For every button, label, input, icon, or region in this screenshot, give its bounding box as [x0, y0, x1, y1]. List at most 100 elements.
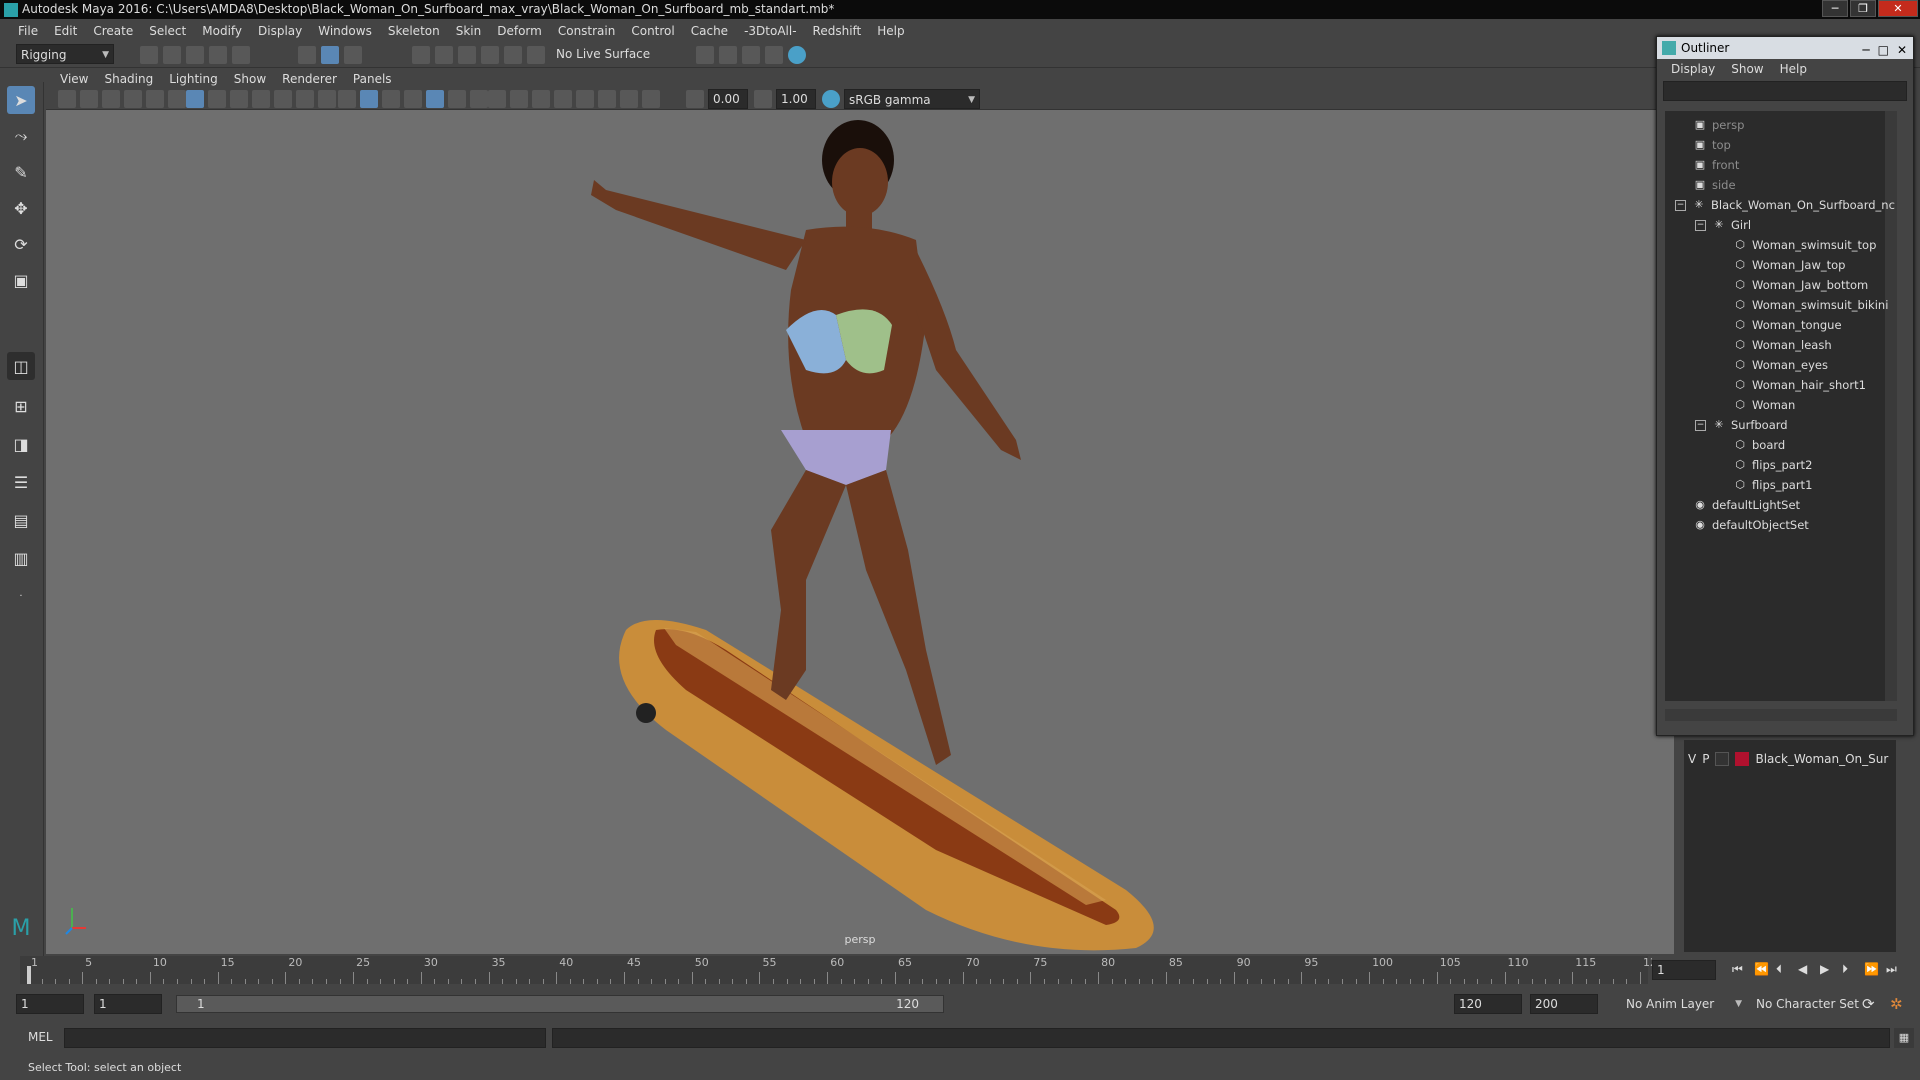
snap-curve-icon[interactable] [435, 46, 453, 64]
use-all-lights-icon[interactable] [426, 90, 444, 108]
depth-of-field-icon[interactable] [532, 90, 550, 108]
render-frame-icon[interactable] [719, 46, 737, 64]
menu-skin[interactable]: Skin [448, 20, 490, 42]
hypershade-icon[interactable] [788, 46, 806, 64]
close-button[interactable]: ✕ [1878, 0, 1918, 17]
menu-redshift[interactable]: Redshift [805, 20, 870, 42]
outliner-item[interactable]: ⬡ Woman_tongue [1733, 315, 1841, 335]
viewport-menu-lighting[interactable]: Lighting [161, 68, 226, 90]
scale-tool-icon[interactable]: ▣ [7, 266, 35, 294]
playhead[interactable] [27, 966, 31, 984]
smooth-shade-icon[interactable] [360, 90, 378, 108]
outliner-item[interactable]: − ✳ Girl [1695, 215, 1751, 235]
step-back-key-icon[interactable]: ⏪ [1754, 962, 1769, 976]
snap-point-icon[interactable] [458, 46, 476, 64]
hierarchy-select-icon[interactable] [298, 46, 316, 64]
outliner-item[interactable]: ▣ top [1693, 135, 1731, 155]
viewport-menu-shading[interactable]: Shading [96, 68, 161, 90]
open-scene-icon[interactable] [163, 46, 181, 64]
xray-components-icon[interactable] [620, 90, 638, 108]
layer-type-toggle[interactable] [1715, 752, 1730, 766]
animation-end-field[interactable]: 200 [1530, 994, 1598, 1014]
step-back-frame-icon[interactable]: ⏴ [1776, 962, 1782, 977]
auto-key-icon[interactable]: ⟳ [1862, 995, 1875, 1013]
colorspace-dropdown[interactable]: sRGB gamma ▼ [844, 89, 980, 109]
playback-end-field[interactable]: 120 [1454, 994, 1522, 1014]
multisample-icon[interactable] [510, 90, 528, 108]
outliner-item[interactable]: ⬡ Woman [1733, 395, 1795, 415]
object-select-icon[interactable] [321, 46, 339, 64]
outliner-menu-help[interactable]: Help [1772, 58, 1815, 80]
outliner-item[interactable]: ⬡ Woman_eyes [1733, 355, 1828, 375]
redo-icon[interactable] [232, 46, 250, 64]
image-plane-icon[interactable] [124, 90, 142, 108]
grid-icon[interactable] [186, 90, 204, 108]
command-input[interactable] [64, 1028, 546, 1048]
viewport-menu-panels[interactable]: Panels [345, 68, 400, 90]
outliner-horizontal-scrollbar[interactable] [1665, 709, 1897, 721]
rotate-tool-icon[interactable]: ⟳ [7, 230, 35, 258]
two-d-pan-icon[interactable] [168, 90, 186, 108]
viewport-menu-view[interactable]: View [52, 68, 96, 90]
outliner-item[interactable]: ⬡ flips_part1 [1733, 475, 1812, 495]
step-forward-frame-icon[interactable]: ⏵ [1842, 962, 1848, 977]
select-tool-icon[interactable]: ➤ [7, 86, 35, 114]
default-lighting-icon[interactable] [382, 90, 400, 108]
two-pane-icon[interactable]: ◨ [7, 430, 35, 458]
outliner-item[interactable]: ⬡ flips_part2 [1733, 455, 1812, 475]
viewport-menu-show[interactable]: Show [226, 68, 274, 90]
playback-start-field[interactable]: 1 [94, 994, 162, 1014]
move-tool-icon[interactable]: ✥ [7, 194, 35, 222]
outliner-item[interactable]: ▣ persp [1693, 115, 1745, 135]
character-set-dropdown[interactable]: No Character Set [1752, 994, 1862, 1014]
motion-blur-icon[interactable] [488, 90, 506, 108]
gate-mask-icon[interactable] [252, 90, 270, 108]
safe-title-icon[interactable] [318, 90, 336, 108]
ipr-render-icon[interactable] [742, 46, 760, 64]
outliner-item[interactable]: ⬡ Woman_swimsuit_top [1733, 235, 1876, 255]
layer-visibility-toggle[interactable]: V [1688, 752, 1696, 766]
collapse-toggle-icon[interactable]: − [1695, 419, 1706, 431]
exposure-icon[interactable] [686, 90, 704, 108]
outliner-item[interactable]: − ✳ Black_Woman_On_Surfboard_nc [1675, 195, 1895, 215]
command-language-label[interactable]: MEL [28, 1030, 53, 1044]
menu-constrain[interactable]: Constrain [550, 20, 624, 42]
snap-grid-icon[interactable] [412, 46, 430, 64]
menu-create[interactable]: Create [85, 20, 141, 42]
render-view-icon[interactable] [696, 46, 714, 64]
wireframe-icon[interactable] [338, 90, 356, 108]
lasso-tool-icon[interactable]: ⤳ [7, 122, 35, 150]
undo-icon[interactable] [209, 46, 227, 64]
outliner-titlebar[interactable]: Outliner ─ □ ✕ [1657, 37, 1913, 59]
menuset-dropdown[interactable]: Rigging ▼ [16, 44, 114, 64]
menu-edit[interactable]: Edit [46, 20, 85, 42]
preferences-icon[interactable]: ✲ [1890, 995, 1903, 1013]
resolution-gate-icon[interactable] [230, 90, 248, 108]
shadows-icon[interactable] [448, 90, 466, 108]
outliner-item[interactable]: ▣ side [1693, 175, 1736, 195]
outliner-search-input[interactable] [1663, 81, 1907, 101]
outliner-item[interactable]: ◉ defaultLightSet [1693, 495, 1800, 515]
display-layer-row[interactable]: V P Black_Woman_On_Sur [1688, 750, 1888, 768]
3d-viewport[interactable]: persp [46, 110, 1674, 954]
field-chart-icon[interactable] [274, 90, 292, 108]
outliner-menu-display[interactable]: Display [1663, 58, 1723, 80]
outliner-maximize-button[interactable]: □ [1878, 39, 1889, 61]
go-to-start-icon[interactable]: ⏮ [1732, 962, 1743, 977]
save-scene-icon[interactable] [186, 46, 204, 64]
outliner-item[interactable]: ◉ defaultObjectSet [1693, 515, 1809, 535]
collapse-toggle-icon[interactable]: − [1695, 219, 1706, 231]
collapse-toggle-icon[interactable]: − [1675, 199, 1686, 211]
grease-pencil-icon[interactable] [146, 90, 164, 108]
snap-surface-icon[interactable] [504, 46, 522, 64]
menu-windows[interactable]: Windows [310, 20, 380, 42]
minimize-button[interactable]: ─ [1822, 0, 1848, 17]
menu-display[interactable]: Display [250, 20, 310, 42]
camera-select-icon[interactable] [58, 90, 76, 108]
menu-deform[interactable]: Deform [489, 20, 550, 42]
outliner-minimize-button[interactable]: ─ [1862, 39, 1869, 61]
outliner-item[interactable]: ▣ front [1693, 155, 1740, 175]
xray-active-icon[interactable] [642, 90, 660, 108]
play-forward-icon[interactable]: ▶ [1820, 962, 1829, 976]
menu-select[interactable]: Select [141, 20, 194, 42]
